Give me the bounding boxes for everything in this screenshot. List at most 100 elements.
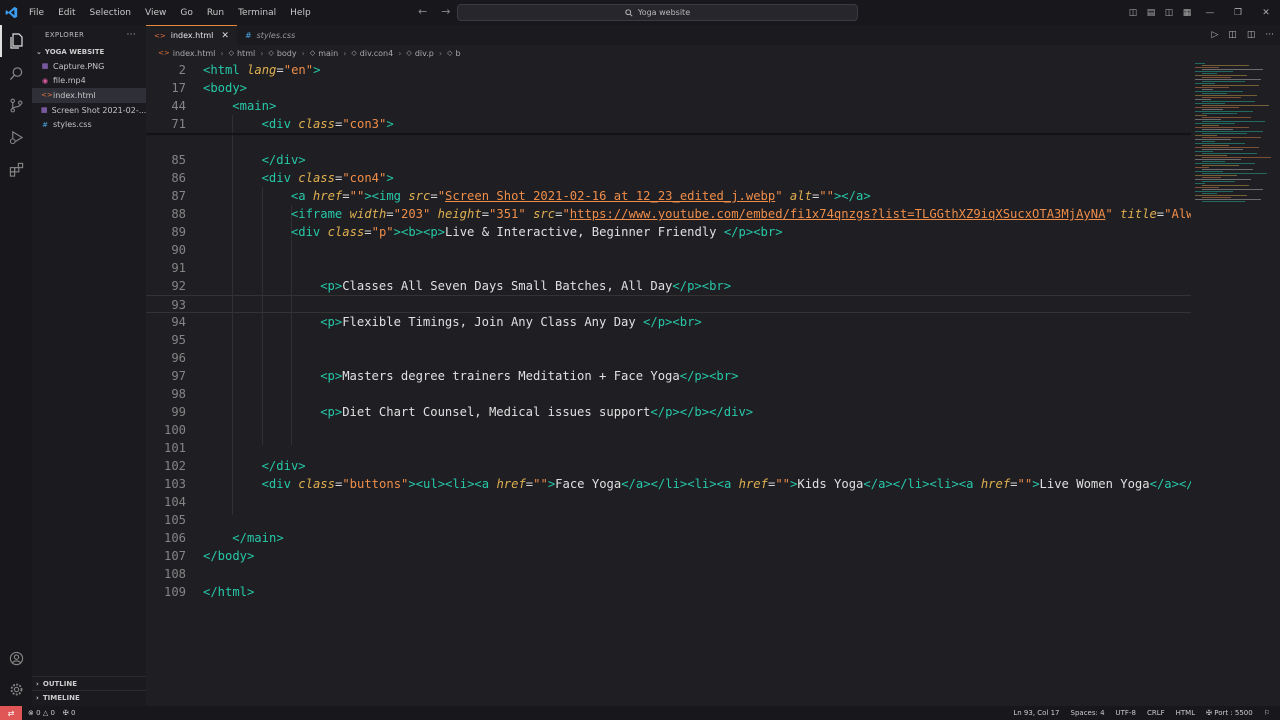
remote-icon[interactable]: ⇄ — [0, 706, 22, 720]
code-line[interactable]: 95 — [146, 331, 1191, 349]
code-line[interactable]: 87 <a href=""><img src="Screen Shot 2021-… — [146, 187, 1191, 205]
code-line[interactable]: 94 <p>Flexible Timings, Join Any Class An… — [146, 313, 1191, 331]
minimap-line — [1195, 147, 1259, 148]
menu-selection[interactable]: Selection — [83, 8, 138, 18]
code-line[interactable]: 107 </body> — [146, 547, 1191, 565]
current-code-line[interactable]: 93 — [146, 295, 1191, 313]
breadcrumb-item[interactable]: html — [237, 49, 255, 58]
minimize-icon[interactable]: — — [1196, 8, 1224, 18]
toggle-secondary-sidebar-icon[interactable]: ◫ — [1160, 8, 1178, 18]
code-line[interactable]: 97 <p>Masters degree trainers Meditation … — [146, 367, 1191, 385]
toggle-sidebar-icon[interactable]: ◫ — [1124, 8, 1142, 18]
customize-layout-icon[interactable]: ▦ — [1178, 8, 1196, 18]
breadcrumb-item[interactable]: main — [318, 49, 338, 58]
menu-edit[interactable]: Edit — [51, 8, 82, 18]
breadcrumb-item[interactable]: div.con4 — [360, 49, 393, 58]
code-line[interactable]: 91 — [146, 259, 1191, 277]
back-arrow-icon[interactable]: ← — [418, 5, 427, 18]
tab-index-html[interactable]: <> index.html ✕ — [146, 25, 237, 45]
language-mode[interactable]: HTML — [1176, 709, 1195, 717]
split-editor-icon[interactable]: ◫ — [1247, 30, 1256, 40]
indentation[interactable]: Spaces: 4 — [1071, 709, 1105, 717]
breadcrumb-item[interactable]: b — [455, 49, 460, 58]
code-line[interactable]: 92 <p>Classes All Seven Days Small Batche… — [146, 277, 1191, 295]
problems-indicator[interactable]: ⊗ 0 △ 0 — [28, 709, 55, 717]
code-line[interactable]: 104 — [146, 493, 1191, 511]
code-line[interactable]: 105 — [146, 511, 1191, 529]
more-actions-icon[interactable]: ··· — [127, 30, 136, 40]
breadcrumb-item[interactable]: index.html — [173, 49, 216, 58]
explorer-icon[interactable] — [0, 25, 32, 57]
file-item-index-html[interactable]: <> index.html — [32, 88, 146, 103]
code-line[interactable]: 103 <div class="buttons"><ul><li><a href=… — [146, 475, 1191, 493]
code-line[interactable]: 100 — [146, 421, 1191, 439]
more-actions-icon[interactable]: ··· — [1265, 30, 1274, 40]
breadcrumb-item[interactable]: body — [277, 49, 297, 58]
status-bar: ⇄ ⊗ 0 △ 0 ✠ 0 Ln 93, Col 17 Spaces: 4 UT… — [0, 706, 1280, 720]
end-of-line[interactable]: CRLF — [1147, 709, 1165, 717]
file-item-styles-css[interactable]: # styles.css — [32, 117, 146, 132]
forward-arrow-icon[interactable]: → — [441, 5, 450, 18]
file-item-capture[interactable]: ▦ Capture.PNG — [32, 59, 146, 74]
source-control-icon[interactable] — [0, 89, 32, 121]
bell-icon[interactable]: ⚐ — [1264, 709, 1270, 717]
minimap-line — [1202, 173, 1267, 174]
menu-go[interactable]: Go — [173, 8, 199, 18]
close-window-icon[interactable]: ✕ — [1252, 8, 1280, 18]
toggle-panel-icon[interactable]: ▤ — [1142, 8, 1160, 18]
command-center-search[interactable]: Yoga website — [457, 4, 858, 21]
code-line[interactable]: 71 <div class="con3"> — [146, 115, 1191, 133]
code-line[interactable]: 85 </div> — [146, 151, 1191, 169]
run-debug-icon[interactable] — [0, 121, 32, 153]
encoding[interactable]: UTF-8 — [1116, 709, 1136, 717]
open-changes-icon[interactable]: ◫ — [1228, 30, 1237, 40]
file-item-screen-shot[interactable]: ▦ Screen Shot 2021-02-... — [32, 103, 146, 118]
restore-icon[interactable]: ❐ — [1224, 8, 1252, 18]
code-line[interactable]: 90 — [146, 241, 1191, 259]
live-server-port[interactable]: ✠ Port : 5500 — [1206, 709, 1253, 717]
line-number: 109 — [163, 585, 186, 599]
code-line[interactable]: 108 — [146, 565, 1191, 583]
code-line[interactable]: 88 <iframe width="203" height="351" src="… — [146, 205, 1191, 223]
menu-file[interactable]: File — [22, 8, 51, 18]
minimap-line — [1195, 135, 1217, 136]
ports-indicator[interactable]: ✠ 0 — [63, 709, 76, 717]
gear-icon[interactable] — [0, 673, 32, 705]
close-icon[interactable]: ✕ — [221, 31, 229, 41]
minimap[interactable] — [1191, 61, 1280, 706]
code-line[interactable]: 44 <main> — [146, 97, 1191, 115]
menu-run[interactable]: Run — [200, 8, 231, 18]
code-line[interactable]: 89 <div class="p"><b><p>Live & Interactiv… — [146, 223, 1191, 241]
code-line[interactable]: 98 — [146, 385, 1191, 403]
code-line[interactable]: 106 </main> — [146, 529, 1191, 547]
run-icon[interactable]: ▷ — [1211, 30, 1218, 40]
code-line[interactable]: 17 <body> — [146, 79, 1191, 97]
file-item-file-mp4[interactable]: ◉ file.mp4 — [32, 74, 146, 89]
menu-terminal[interactable]: Terminal — [231, 8, 283, 18]
minimap-line — [1202, 65, 1249, 66]
workspace-folder[interactable]: ⌄ YOGA WEBSITE — [32, 45, 146, 59]
element-icon: ◇ — [309, 49, 316, 57]
code-line[interactable]: 2 <html lang="en"> — [146, 61, 1191, 79]
line-number: 17 — [171, 81, 186, 95]
code-text: <html lang="en"> — [203, 63, 321, 77]
tab-styles-css[interactable]: # styles.css — [237, 25, 303, 45]
extensions-icon[interactable] — [0, 153, 32, 185]
explorer-sidebar: EXPLORER ··· ⌄ YOGA WEBSITE ▦ Capture.PN… — [32, 25, 146, 706]
code-line[interactable]: 86 <div class="con4"> — [146, 169, 1191, 187]
cursor-position[interactable]: Ln 93, Col 17 — [1013, 709, 1059, 717]
menu-help[interactable]: Help — [283, 8, 318, 18]
menu-view[interactable]: View — [138, 8, 173, 18]
code-line[interactable]: 101 — [146, 439, 1191, 457]
account-icon[interactable] — [0, 642, 32, 674]
code-line[interactable]: 109 </html> — [146, 583, 1191, 601]
breadcrumb: <> index.html › ◇ html › ◇ body › ◇ main… — [146, 45, 1280, 61]
outline-section[interactable]: › OUTLINE — [32, 676, 146, 690]
code-line[interactable]: 96 — [146, 349, 1191, 367]
code-editor[interactable]: 2 <html lang="en"> 17 <body> 44 <main> 71 <div … — [146, 61, 1191, 706]
timeline-section[interactable]: › TIMELINE — [32, 690, 146, 704]
code-line[interactable]: 102 </div> — [146, 457, 1191, 475]
search-icon[interactable] — [0, 57, 32, 89]
code-line[interactable]: 99 <p>Diet Chart Counsel, Medical issues … — [146, 403, 1191, 421]
breadcrumb-item[interactable]: div.p — [415, 49, 434, 58]
